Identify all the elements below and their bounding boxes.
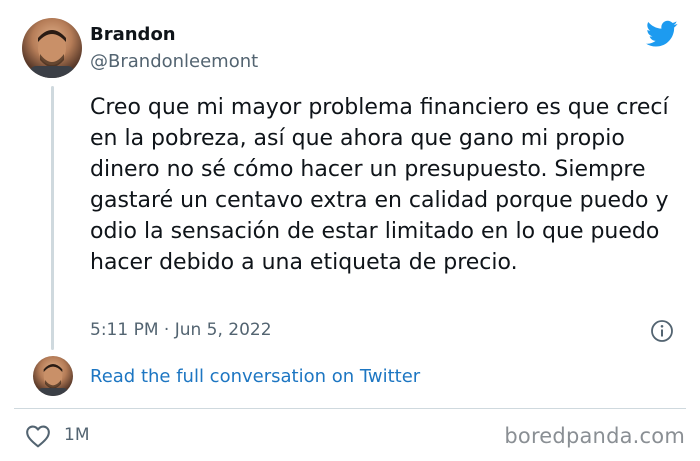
heart-icon[interactable] <box>25 424 51 448</box>
twitter-bird-icon[interactable] <box>646 20 678 48</box>
read-conversation-link[interactable]: Read the full conversation on Twitter <box>90 366 420 387</box>
watermark: boredpanda.com <box>504 424 685 448</box>
author-avatar-small[interactable] <box>33 356 73 396</box>
avatar-photo <box>38 364 68 396</box>
tweet-text: Creo que mi mayor problema financiero es… <box>90 95 669 275</box>
author-handle[interactable]: @Brandonleemont <box>90 51 258 72</box>
author-name[interactable]: Brandon <box>90 24 176 45</box>
tweet-timestamp[interactable]: 5:11 PM · Jun 5, 2022 <box>90 320 272 340</box>
like-count[interactable]: 1M <box>64 425 89 445</box>
thread-line <box>51 86 54 350</box>
info-icon[interactable] <box>650 319 674 343</box>
divider <box>14 408 686 409</box>
avatar-photo <box>30 30 74 78</box>
author-avatar[interactable] <box>22 18 82 78</box>
